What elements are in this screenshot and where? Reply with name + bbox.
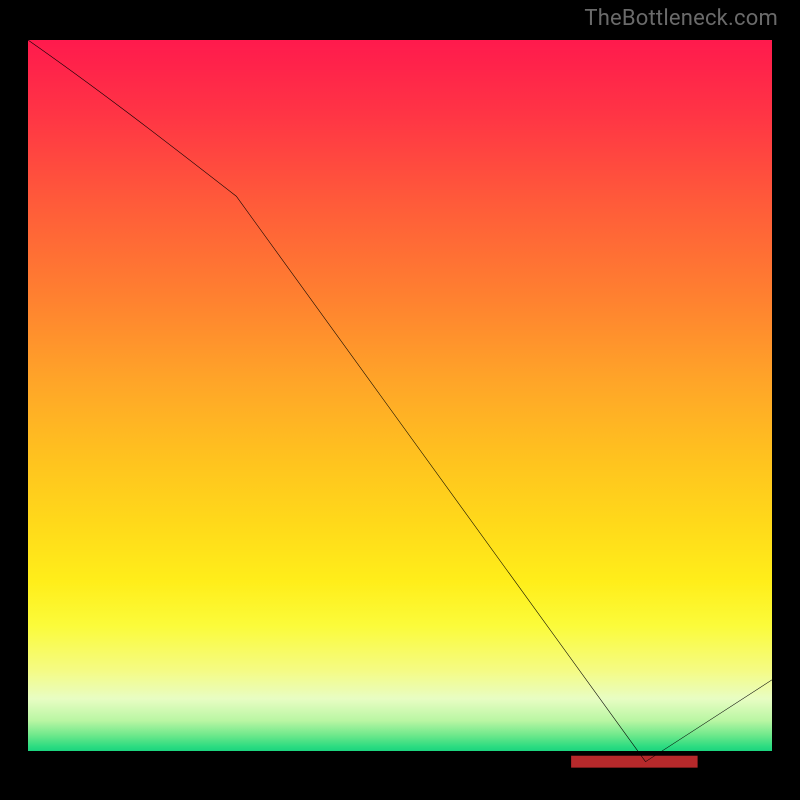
watermark-text: TheBottleneck.com <box>584 6 778 31</box>
page-root: TheBottleneck.com <box>0 0 800 800</box>
chart-svg <box>28 40 772 778</box>
bottleneck-curve <box>28 40 772 762</box>
chart-frame <box>22 34 778 778</box>
optimal-band-marker <box>571 756 697 768</box>
